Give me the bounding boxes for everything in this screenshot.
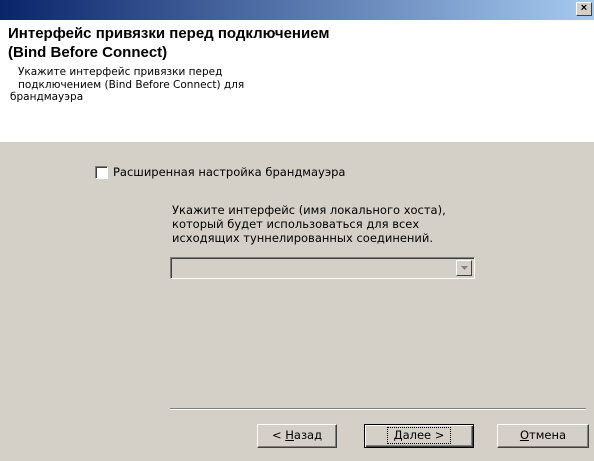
advanced-firewall-checkbox[interactable] xyxy=(95,165,108,179)
back-button-label: азад xyxy=(293,428,323,442)
cancel-button-accel: О xyxy=(519,428,530,442)
next-button-focus: Далее > xyxy=(386,427,452,444)
title-bar: × xyxy=(0,0,594,20)
advanced-firewall-label[interactable]: Расширенная настройка брандмауэра xyxy=(113,165,345,179)
next-button[interactable]: Далее > xyxy=(364,424,474,448)
button-separator xyxy=(170,408,586,410)
back-button[interactable]: < Назад xyxy=(257,424,337,448)
back-button-accel: Н xyxy=(285,428,294,442)
cancel-button[interactable]: Отмена xyxy=(497,424,589,448)
interface-description: Укажите интерфейс (имя локального хоста)… xyxy=(172,203,446,245)
close-icon: × xyxy=(580,2,588,14)
close-button[interactable]: × xyxy=(576,2,592,16)
page-subtitle: Укажите интерфейс привязки перед подключ… xyxy=(18,66,245,91)
interface-combobox xyxy=(170,257,475,279)
setup-wizard-dialog: × Интерфейс привязки перед подключением … xyxy=(0,0,594,461)
next-button-accel: Д xyxy=(393,428,403,442)
cancel-button-label: тмена xyxy=(529,428,567,442)
advanced-firewall-option[interactable]: Расширенная настройка брандмауэра xyxy=(95,165,345,179)
back-button-prefix: < xyxy=(271,428,286,442)
chevron-down-icon xyxy=(460,266,468,270)
combobox-dropdown-button xyxy=(456,260,472,276)
page-subtitle-continued: брандмауэра xyxy=(10,91,84,103)
next-button-label: алее > xyxy=(402,428,445,442)
page-title: Интерфейс привязки перед подключением (B… xyxy=(8,25,330,61)
